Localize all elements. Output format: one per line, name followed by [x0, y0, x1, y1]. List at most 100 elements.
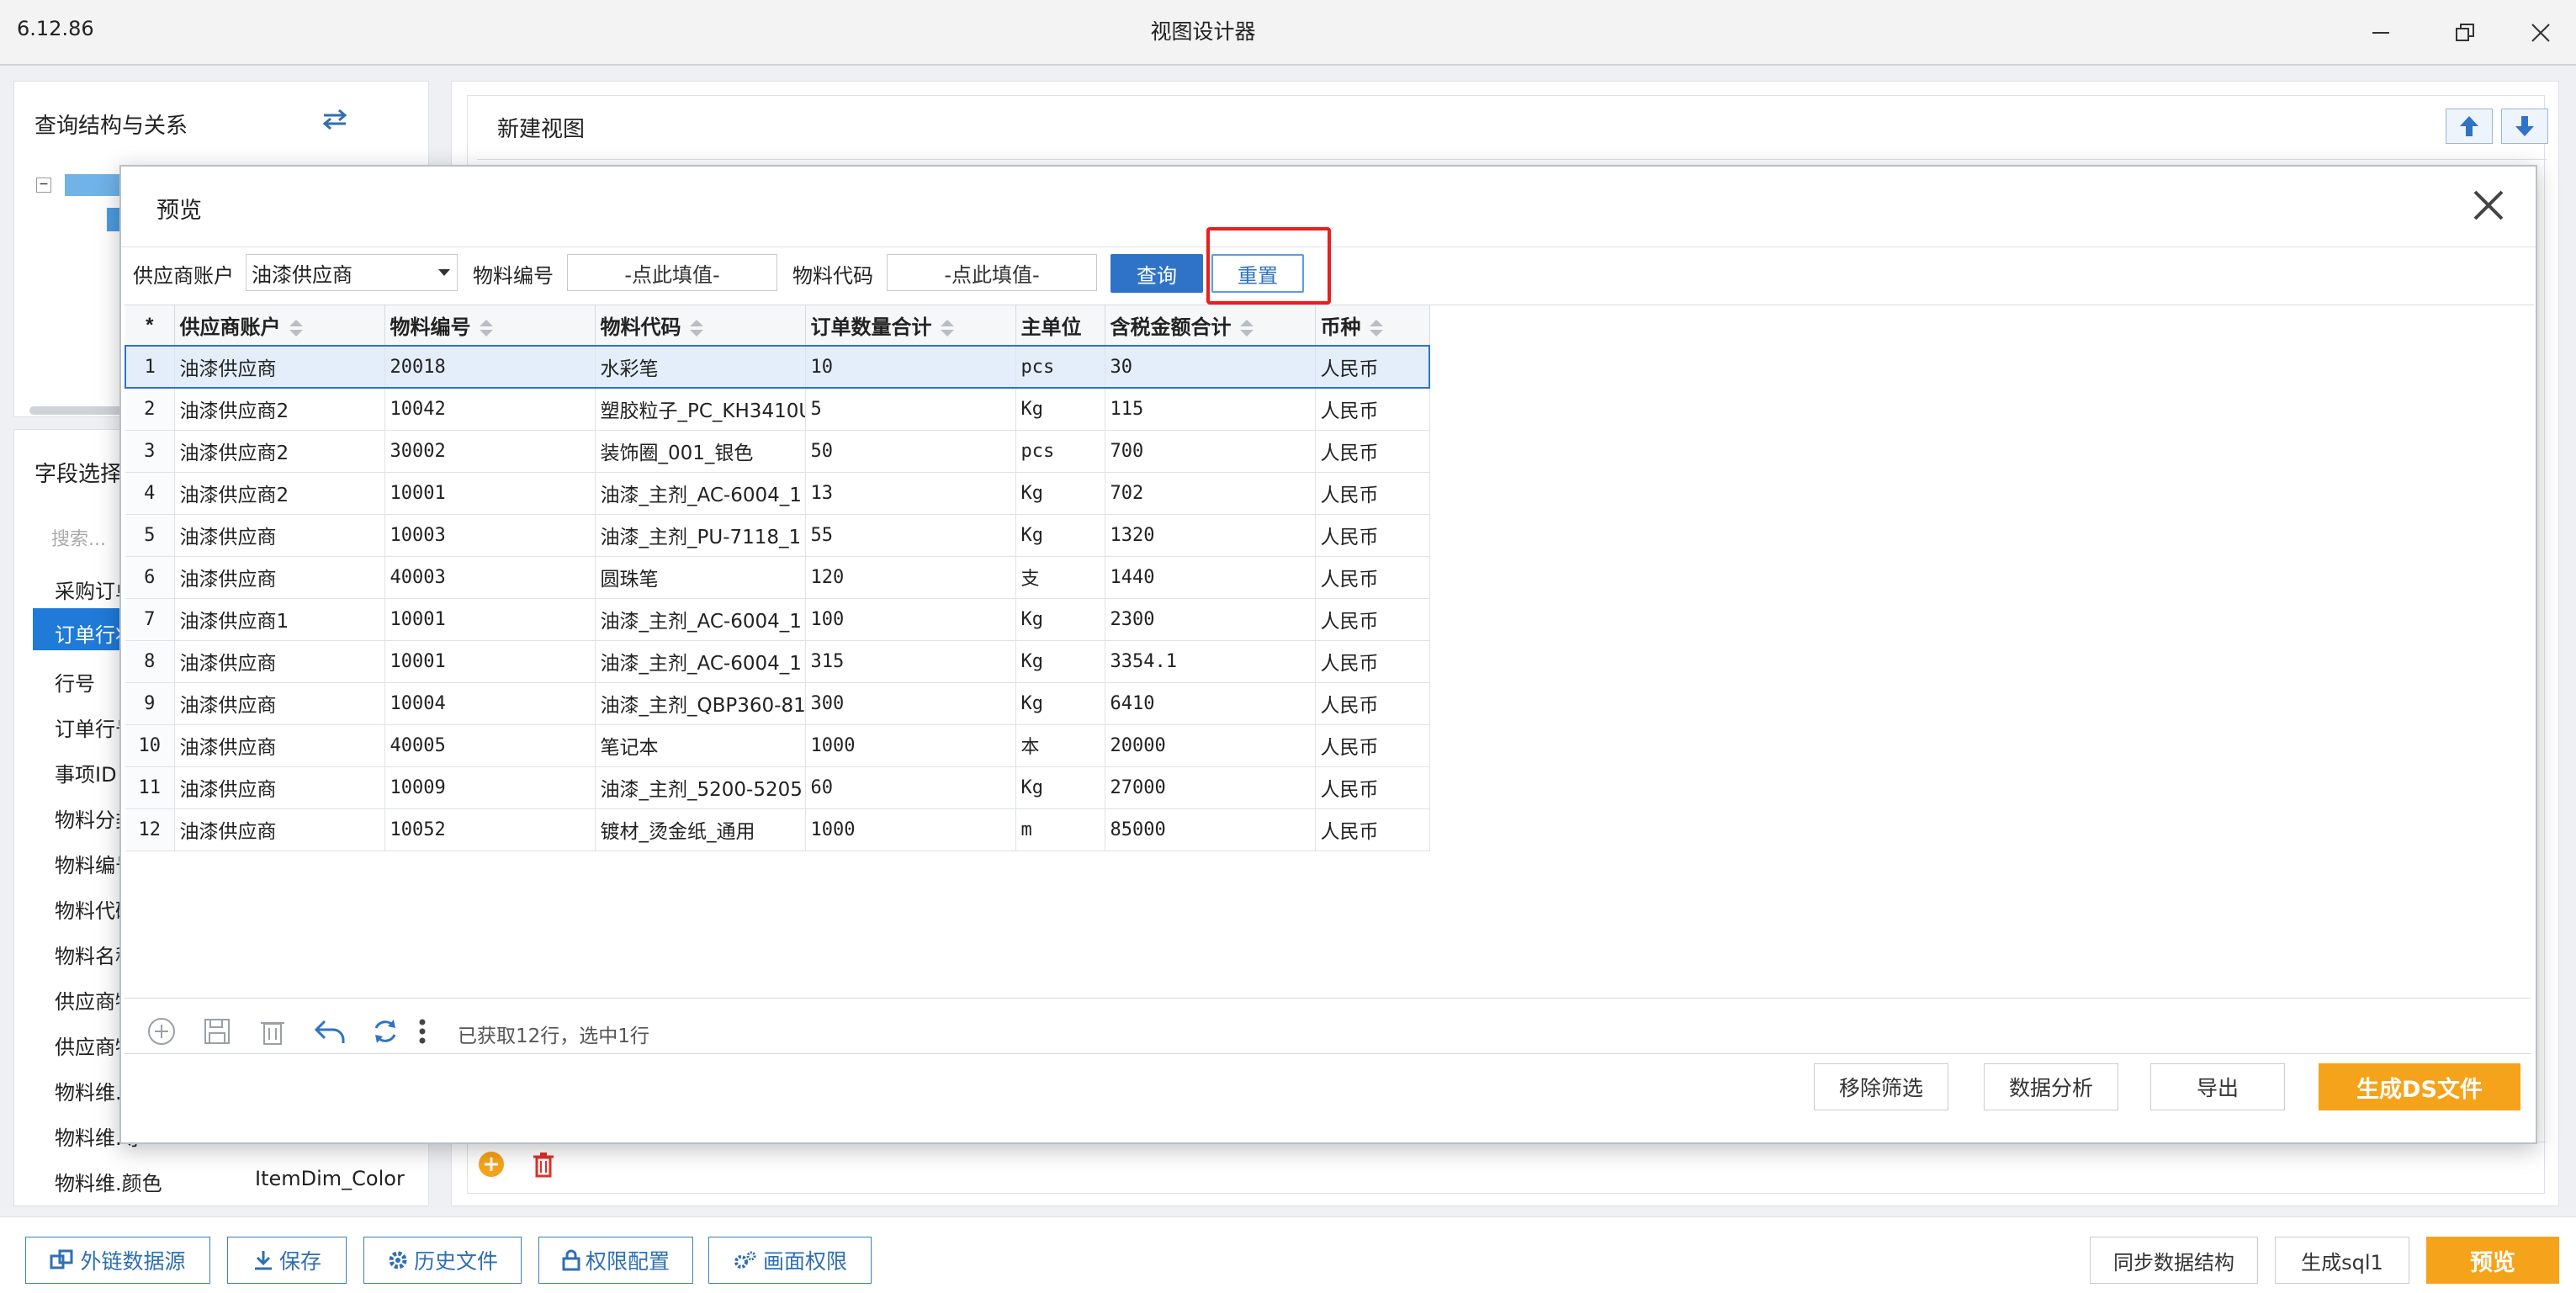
move-down-icon[interactable] — [2501, 109, 2548, 144]
table-cell[interactable]: 2300 — [1105, 598, 1316, 641]
table-cell[interactable]: 人民币 — [1315, 388, 1430, 431]
table-cell[interactable]: Kg — [1015, 640, 1105, 683]
table-row[interactable]: 9 油漆供应商 10004 油漆_主剂_QBP360-81 300 Kg 6410 人民币 — [125, 682, 1430, 725]
add-icon[interactable] — [477, 1150, 506, 1179]
table-cell[interactable]: 50 — [805, 430, 1016, 473]
table-cell[interactable]: Kg — [1015, 682, 1105, 725]
table-row[interactable]: 5 油漆供应商 10003 油漆_主剂_PU-7118_1 55 Kg 1320 人民币 — [125, 514, 1430, 557]
row-index[interactable]: 8 — [125, 640, 175, 683]
table-cell[interactable]: 10003 — [384, 514, 596, 557]
history-file-button[interactable]: 历史文件 — [363, 1237, 522, 1284]
table-row[interactable]: 12 油漆供应商 10052 镀材_烫金纸_通用 1000 m 85000 人民币 — [125, 808, 1430, 851]
generate-ds-button[interactable]: 生成DS文件 — [2319, 1063, 2520, 1110]
table-cell[interactable]: 55 — [805, 514, 1016, 557]
row-index[interactable]: 9 — [125, 682, 175, 725]
table-cell[interactable]: 油漆供应商 — [174, 766, 385, 809]
field-search-input[interactable]: 搜索... — [51, 524, 106, 551]
table-cell[interactable]: 油漆_主剂_AC-6004_1 — [595, 640, 806, 683]
table-cell[interactable]: 10 — [805, 345, 1016, 389]
swap-icon[interactable] — [321, 107, 349, 135]
row-index[interactable]: 11 — [125, 766, 175, 809]
trash-icon[interactable] — [256, 1015, 289, 1048]
table-cell[interactable]: 油漆供应商 — [174, 514, 385, 557]
restore-icon[interactable] — [2440, 12, 2490, 54]
table-cell[interactable]: 10009 — [384, 766, 596, 809]
table-cell[interactable]: 6410 — [1105, 682, 1316, 725]
table-cell[interactable]: 1000 — [805, 724, 1016, 767]
collapse-icon[interactable]: − — [36, 178, 51, 193]
table-cell[interactable]: Kg — [1015, 514, 1105, 557]
table-cell[interactable]: 人民币 — [1315, 808, 1430, 851]
table-cell[interactable]: 人民币 — [1315, 682, 1430, 725]
table-row[interactable]: 11 油漆供应商 10009 油漆_主剂_5200-5205 60 Kg 27000 人民币 — [125, 766, 1430, 809]
table-row[interactable]: 8 油漆供应商 10001 油漆_主剂_AC-6004_1 315 Kg 3354.1 人民币 — [125, 640, 1430, 683]
field-item-selected[interactable]: 订单行状 — [33, 608, 135, 650]
table-cell[interactable]: 油漆供应商 — [174, 640, 385, 683]
table-row[interactable]: 7 油漆供应商1 10001 油漆_主剂_AC-6004_1 100 Kg 2300 人民币 — [125, 598, 1430, 641]
table-cell[interactable]: 60 — [805, 766, 1016, 809]
row-index[interactable]: 3 — [125, 430, 175, 473]
row-index[interactable]: 1 — [125, 345, 175, 389]
field-item[interactable]: 行号 — [55, 667, 95, 697]
table-cell[interactable]: 20000 — [1105, 724, 1316, 767]
table-cell[interactable]: 本 — [1015, 724, 1105, 767]
table-cell[interactable]: 油漆供应商 — [174, 724, 385, 767]
table-cell[interactable]: 人民币 — [1315, 345, 1430, 389]
row-index[interactable]: 6 — [125, 556, 175, 599]
table-cell[interactable]: 120 — [805, 556, 1016, 599]
generate-sql-button[interactable]: 生成sql1 — [2275, 1237, 2409, 1284]
table-cell[interactable]: 人民币 — [1315, 556, 1430, 599]
table-cell[interactable]: 10004 — [384, 682, 596, 725]
table-cell[interactable]: 40003 — [384, 556, 596, 599]
field-item[interactable]: 物料维.颜色 — [55, 1167, 162, 1196]
save-button[interactable]: 保存 — [227, 1237, 347, 1284]
table-cell[interactable]: 油漆供应商 — [174, 556, 385, 599]
table-cell[interactable]: m — [1015, 808, 1105, 851]
table-cell[interactable]: 702 — [1105, 472, 1316, 515]
table-cell[interactable]: Kg — [1015, 766, 1105, 809]
sync-structure-button[interactable]: 同步数据结构 — [2090, 1237, 2258, 1284]
table-cell[interactable]: 油漆供应商 — [174, 682, 385, 725]
table-cell[interactable]: 115 — [1105, 388, 1316, 431]
table-cell[interactable]: 支 — [1015, 556, 1105, 599]
permission-config-button[interactable]: 权限配置 — [538, 1237, 693, 1284]
column-header[interactable]: 物料代码 — [595, 305, 806, 347]
table-cell[interactable]: 人民币 — [1315, 766, 1430, 809]
screen-permission-button[interactable]: 画面权限 — [708, 1237, 872, 1284]
table-cell[interactable]: 30 — [1105, 345, 1316, 389]
table-cell[interactable]: 油漆供应商2 — [174, 472, 385, 515]
undo-icon[interactable] — [313, 1015, 347, 1048]
table-cell[interactable]: 人民币 — [1315, 514, 1430, 557]
table-cell[interactable]: 油漆_主剂_AC-6004_1 — [595, 472, 806, 515]
table-cell[interactable]: 40005 — [384, 724, 596, 767]
table-row[interactable]: 4 油漆供应商2 10001 油漆_主剂_AC-6004_1 13 Kg 702 人民币 — [125, 472, 1430, 515]
table-cell[interactable]: 人民币 — [1315, 472, 1430, 515]
row-index[interactable]: 2 — [125, 388, 175, 431]
table-cell[interactable]: 27000 — [1105, 766, 1316, 809]
table-row[interactable]: 10 油漆供应商 40005 笔记本 1000 本 20000 人民币 — [125, 724, 1430, 767]
minimize-icon[interactable] — [2356, 12, 2406, 54]
more-icon[interactable] — [414, 1015, 431, 1048]
table-cell[interactable]: 镀材_烫金纸_通用 — [595, 808, 806, 851]
table-cell[interactable]: 笔记本 — [595, 724, 806, 767]
table-cell[interactable]: 700 — [1105, 430, 1316, 473]
table-row[interactable]: 2 油漆供应商2 10042 塑胶粒子_PC_KH3410U 5 Kg 115 人民币 — [125, 388, 1430, 431]
data-analysis-button[interactable]: 数据分析 — [1984, 1063, 2118, 1110]
column-header[interactable]: 物料编号 — [384, 305, 596, 347]
table-cell[interactable]: 3354.1 — [1105, 640, 1316, 683]
preview-button[interactable]: 预览 — [2426, 1237, 2559, 1284]
table-cell[interactable]: 油漆_主剂_AC-6004_1 — [595, 598, 806, 641]
row-index[interactable]: 7 — [125, 598, 175, 641]
table-cell[interactable]: 13 — [805, 472, 1016, 515]
table-cell[interactable]: 油漆_主剂_PU-7118_1 — [595, 514, 806, 557]
column-header[interactable]: 主单位 — [1015, 305, 1105, 347]
table-cell[interactable]: 圆珠笔 — [595, 556, 806, 599]
table-cell[interactable]: 300 — [805, 682, 1016, 725]
table-row[interactable]: 6 油漆供应商 40003 圆珠笔 120 支 1440 人民币 — [125, 556, 1430, 599]
table-cell[interactable]: 5 — [805, 388, 1016, 431]
export-button[interactable]: 导出 — [2150, 1063, 2285, 1110]
table-cell[interactable]: pcs — [1015, 430, 1105, 473]
add-row-icon[interactable] — [145, 1015, 178, 1048]
table-cell[interactable]: 1000 — [805, 808, 1016, 851]
column-header[interactable]: 订单数量合计 — [805, 305, 1016, 347]
